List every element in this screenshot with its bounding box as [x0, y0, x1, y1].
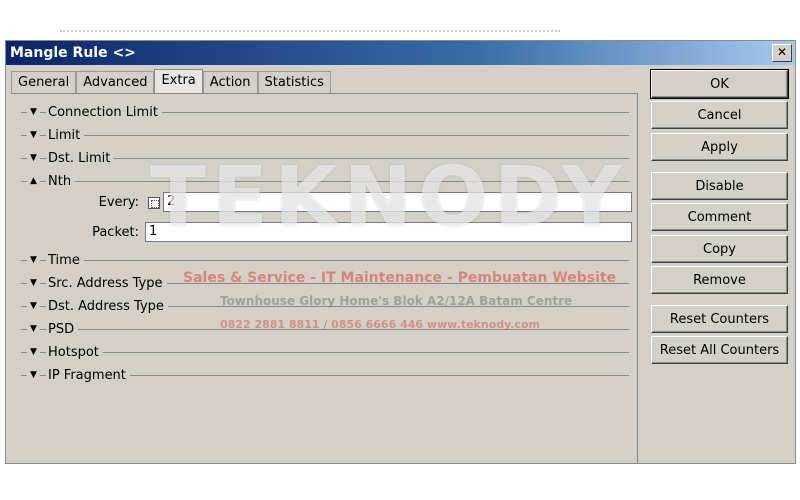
remove-button[interactable]: Remove [651, 266, 788, 294]
comment-button[interactable]: Comment [651, 203, 788, 231]
expand-arrow-icon[interactable]: ▼ [27, 278, 40, 288]
section-connection-limit[interactable]: ▼ Connection Limit [21, 104, 629, 120]
tab-general[interactable]: General [11, 71, 77, 93]
section-label: PSD [48, 321, 75, 337]
window-title: Mangle Rule <> [10, 45, 136, 61]
section-label: Dst. Address Type [48, 298, 164, 314]
tab-extra[interactable]: Extra [154, 69, 203, 94]
section-label: IP Fragment [48, 367, 126, 383]
negate-checkbox[interactable] [148, 197, 160, 209]
cancel-button[interactable]: Cancel [651, 101, 788, 129]
title-bar[interactable]: Mangle Rule <> ✕ [6, 41, 795, 65]
section-label: Nth [48, 173, 72, 189]
reset-counters-button[interactable]: Reset Counters [651, 305, 788, 333]
tab-bar: General Advanced Extra Action Statistics [11, 69, 331, 94]
close-icon[interactable]: ✕ [772, 44, 792, 62]
background-app-strip [0, 0, 800, 38]
collapse-arrow-icon[interactable]: ▲ [27, 176, 40, 186]
every-label: Every: [98, 195, 139, 210]
expand-arrow-icon[interactable]: ▼ [27, 255, 40, 265]
expand-arrow-icon[interactable]: ▼ [27, 324, 40, 334]
section-psd[interactable]: ▼ PSD [21, 321, 629, 337]
section-src-address-type[interactable]: ▼ Src. Address Type [21, 275, 629, 291]
section-label: Time [48, 252, 80, 268]
section-label: Src. Address Type [48, 275, 163, 291]
section-label: Dst. Limit [48, 150, 111, 166]
expand-arrow-icon[interactable]: ▼ [27, 301, 40, 311]
apply-button[interactable]: Apply [651, 133, 788, 161]
section-label: Connection Limit [48, 104, 158, 120]
background-toolbar-fragment [60, 30, 560, 36]
expand-arrow-icon[interactable]: ▼ [27, 130, 40, 140]
expand-arrow-icon[interactable]: ▼ [27, 153, 40, 163]
every-input[interactable]: 2 [163, 192, 632, 212]
section-ip-fragment[interactable]: ▼ IP Fragment [21, 367, 629, 383]
section-dst-address-type[interactable]: ▼ Dst. Address Type [21, 298, 629, 314]
copy-button[interactable]: Copy [651, 235, 788, 263]
section-hotspot[interactable]: ▼ Hotspot [21, 344, 629, 360]
expand-arrow-icon[interactable]: ▼ [27, 347, 40, 357]
tab-statistics[interactable]: Statistics [257, 71, 331, 93]
ok-button[interactable]: OK [650, 69, 789, 99]
section-limit[interactable]: ▼ Limit [21, 127, 629, 143]
section-dst-limit[interactable]: ▼ Dst. Limit [21, 150, 629, 166]
section-nth[interactable]: ▲ Nth [21, 173, 629, 189]
section-label: Hotspot [48, 344, 99, 360]
tab-action[interactable]: Action [202, 71, 258, 93]
packet-input[interactable]: 1 [145, 222, 632, 242]
packet-label: Packet: [92, 225, 139, 240]
disable-button[interactable]: Disable [651, 172, 788, 200]
section-label: Limit [48, 127, 81, 143]
section-time[interactable]: ▼ Time [21, 252, 629, 268]
mangle-rule-dialog: Mangle Rule <> ✕ General Advanced Extra … [5, 40, 796, 464]
reset-all-counters-button[interactable]: Reset All Counters [651, 336, 788, 364]
extra-tab-panel: ▼ Connection Limit ▼ Limit ▼ Dst. Limit … [11, 93, 638, 463]
tab-advanced[interactable]: Advanced [76, 71, 155, 93]
expand-arrow-icon[interactable]: ▼ [27, 107, 40, 117]
expand-arrow-icon[interactable]: ▼ [27, 370, 40, 380]
